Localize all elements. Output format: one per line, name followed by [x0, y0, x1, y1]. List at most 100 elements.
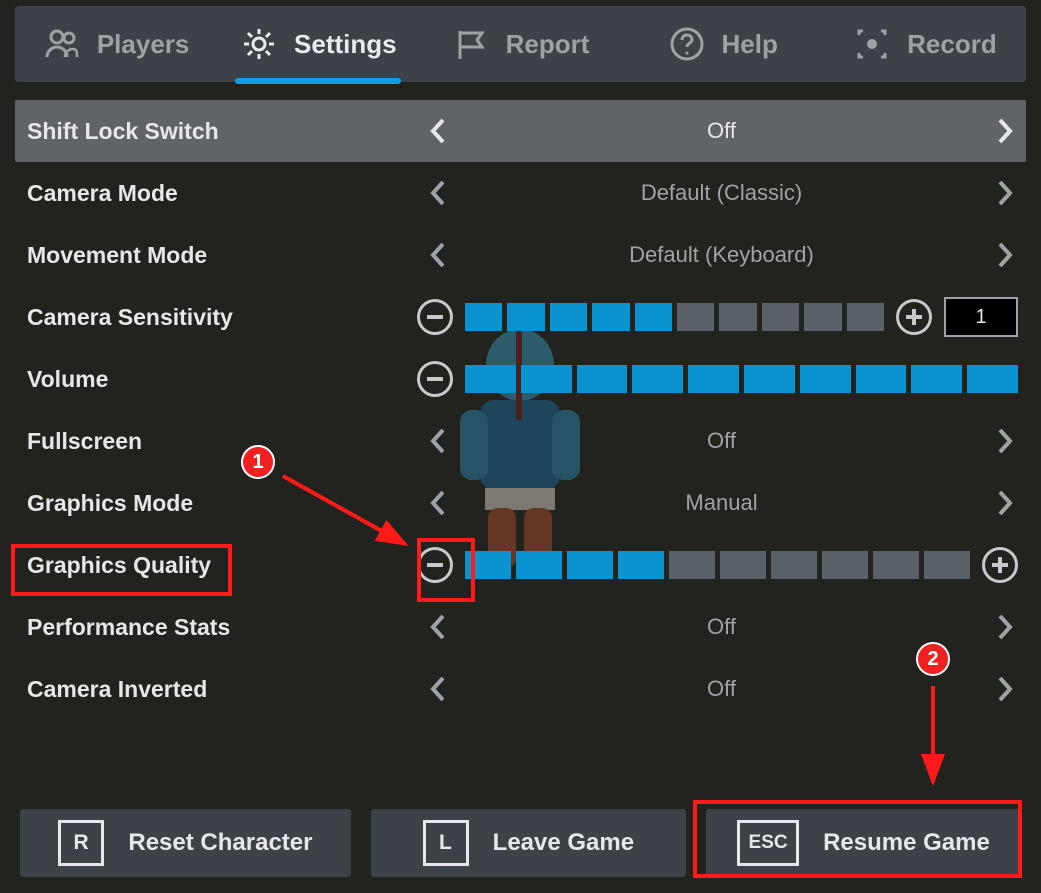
- setting-value-perf-stats: Off: [453, 614, 990, 640]
- chevron-left-icon[interactable]: [423, 240, 453, 270]
- plus-button[interactable]: [982, 547, 1018, 583]
- minus-button[interactable]: [417, 361, 453, 397]
- slider-segment: [465, 365, 516, 393]
- bottom-button-bar: R Reset Character L Leave Game ESC Resum…: [20, 809, 1021, 877]
- setting-value-movement: Default (Keyboard): [453, 242, 990, 268]
- chevron-left-icon[interactable]: [423, 488, 453, 518]
- resume-game-button[interactable]: ESC Resume Game: [706, 809, 1021, 877]
- settings-menu-root: { "tabs": { "players": "Players", "setti…: [0, 0, 1041, 893]
- setting-row-shift-lock: Shift Lock SwitchOff: [15, 100, 1026, 162]
- keycap-r: R: [58, 820, 104, 866]
- slider-segment: [618, 551, 664, 579]
- setting-row-gfx-quality: Graphics Quality: [15, 534, 1026, 596]
- chevron-right-icon[interactable]: [990, 240, 1020, 270]
- chevron-left-icon[interactable]: [423, 674, 453, 704]
- setting-label-gfx-mode: Graphics Mode: [15, 490, 417, 517]
- tab-help[interactable]: Help: [622, 6, 824, 82]
- leave-game-label: Leave Game: [493, 829, 634, 857]
- setting-control-gfx-quality: [417, 547, 1026, 583]
- slider-segment: [592, 303, 629, 331]
- keycap-esc: ESC: [737, 820, 799, 866]
- slider-segment: [924, 551, 970, 579]
- slider-segment: [567, 551, 613, 579]
- tab-report[interactable]: Report: [419, 6, 621, 82]
- leave-game-button[interactable]: L Leave Game: [371, 809, 686, 877]
- chevron-left-icon[interactable]: [423, 178, 453, 208]
- slider-bar-cam-sens[interactable]: [465, 303, 884, 331]
- tab-record-label: Record: [907, 29, 997, 60]
- keycap-l: L: [423, 820, 469, 866]
- tab-help-label: Help: [722, 29, 778, 60]
- chevron-left-icon[interactable]: [423, 426, 453, 456]
- setting-label-movement: Movement Mode: [15, 242, 417, 269]
- setting-control-perf-stats: Off: [417, 612, 1026, 642]
- setting-control-movement: Default (Keyboard): [417, 240, 1026, 270]
- setting-value-fullscreen: Off: [453, 428, 990, 454]
- slider-segment: [465, 551, 511, 579]
- setting-label-gfx-quality: Graphics Quality: [15, 552, 417, 579]
- chevron-right-icon[interactable]: [990, 674, 1020, 704]
- reset-character-label: Reset Character: [128, 829, 312, 857]
- minus-button[interactable]: [417, 299, 453, 335]
- slider-bar-gfx-quality[interactable]: [465, 551, 970, 579]
- slider-segment: [744, 365, 795, 393]
- gear-icon: [240, 25, 278, 63]
- slider-segment: [677, 303, 714, 331]
- slider-segment: [577, 365, 628, 393]
- setting-control-shift-lock: Off: [417, 116, 1026, 146]
- flag-icon: [452, 25, 490, 63]
- setting-row-fullscreen: Fullscreen Off: [15, 410, 1026, 472]
- setting-row-cam-sens: Camera Sensitivity 1: [15, 286, 1026, 348]
- chevron-left-icon[interactable]: [423, 612, 453, 642]
- chevron-right-icon[interactable]: [990, 178, 1020, 208]
- setting-row-camera-mode: Camera Mode Default (Classic): [15, 162, 1026, 224]
- slider-segment: [507, 303, 544, 331]
- setting-value-gfx-mode: Manual: [453, 490, 990, 516]
- setting-row-perf-stats: Performance StatsOff: [15, 596, 1026, 658]
- slider-segment: [771, 551, 817, 579]
- setting-control-camera-mode: Default (Classic): [417, 178, 1026, 208]
- help-icon: [668, 25, 706, 63]
- resume-game-label: Resume Game: [823, 829, 990, 857]
- minus-button[interactable]: [417, 547, 453, 583]
- tab-players[interactable]: Players: [15, 6, 217, 82]
- slider-segment: [873, 551, 919, 579]
- slider-segment: [465, 303, 502, 331]
- tab-record[interactable]: Record: [824, 6, 1026, 82]
- slider-segment: [822, 551, 868, 579]
- slider-segment: [967, 365, 1018, 393]
- record-icon: [853, 25, 891, 63]
- setting-row-gfx-mode: Graphics Mode Manual: [15, 472, 1026, 534]
- slider-segment: [800, 365, 851, 393]
- slider-segment: [847, 303, 884, 331]
- slider-segment: [516, 551, 562, 579]
- slider-number-cam-sens[interactable]: 1: [944, 297, 1018, 337]
- slider-segment: [804, 303, 841, 331]
- chevron-right-icon[interactable]: [990, 426, 1020, 456]
- chevron-right-icon[interactable]: [990, 488, 1020, 518]
- slider-segment: [688, 365, 739, 393]
- setting-value-camera-mode: Default (Classic): [453, 180, 990, 206]
- setting-row-cam-inv: Camera InvertedOff: [15, 658, 1026, 720]
- chevron-left-icon[interactable]: [423, 116, 453, 146]
- setting-row-movement: Movement Mode Default (Keyboard): [15, 224, 1026, 286]
- slider-segment: [550, 303, 587, 331]
- setting-value-shift-lock: Off: [453, 118, 990, 144]
- setting-label-cam-sens: Camera Sensitivity: [15, 304, 417, 331]
- slider-segment: [911, 365, 962, 393]
- setting-label-camera-mode: Camera Mode: [15, 180, 417, 207]
- settings-panel: Shift Lock SwitchOff Camera Mode Default (…: [15, 100, 1026, 720]
- setting-label-fullscreen: Fullscreen: [15, 428, 417, 455]
- reset-character-button[interactable]: R Reset Character: [20, 809, 351, 877]
- menu-tab-bar: Players Settings Report: [15, 6, 1026, 82]
- chevron-right-icon[interactable]: [990, 116, 1020, 146]
- plus-button[interactable]: [896, 299, 932, 335]
- setting-control-gfx-mode: Manual: [417, 488, 1026, 518]
- slider-segment: [521, 365, 572, 393]
- slider-bar-volume[interactable]: [465, 365, 1018, 393]
- slider-segment: [856, 365, 907, 393]
- setting-row-volume: Volume: [15, 348, 1026, 410]
- tab-settings[interactable]: Settings: [217, 6, 419, 82]
- chevron-right-icon[interactable]: [990, 612, 1020, 642]
- setting-label-volume: Volume: [15, 366, 417, 393]
